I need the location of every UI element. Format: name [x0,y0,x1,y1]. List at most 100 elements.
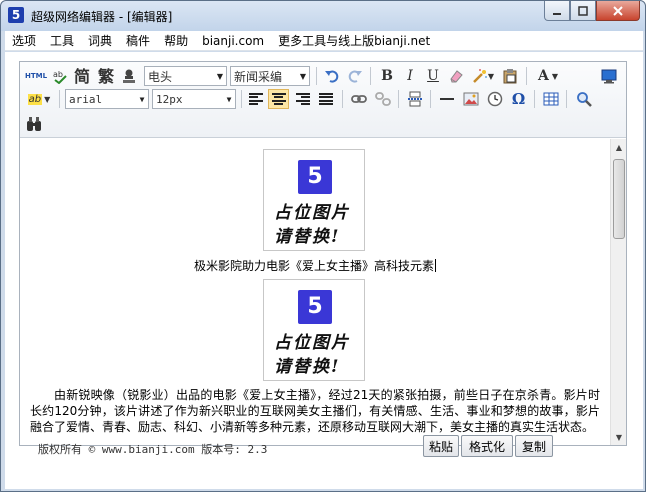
search-binoculars-button[interactable] [24,114,44,134]
placeholder-image-1[interactable]: 5 占位图片 请替换! [263,149,365,251]
document-body[interactable]: 5 占位图片 请替换! 极米影院助力电影《爱上女主播》高科技元素 5 占位图片 … [20,139,610,445]
menu-bianji-com[interactable]: bianji.com [195,31,271,51]
stamp-button[interactable] [119,66,139,86]
font-size-value: 12px [156,92,183,106]
page-break-button[interactable] [404,89,425,109]
window-title: 超级网络编辑器 - [编辑器] [31,10,173,24]
chevron-down-icon: ▼ [487,71,495,81]
placeholder-image-2[interactable]: 5 占位图片 请替换! [263,279,365,381]
paste-button[interactable]: 粘贴 [423,435,459,457]
unlink-icon [374,92,391,106]
redo-icon [348,70,362,83]
undo-button[interactable] [322,66,342,86]
table-icon [543,92,558,106]
underline-button[interactable]: U [423,66,443,86]
chevron-down-icon: ▼ [216,71,224,81]
minimize-icon [553,12,561,15]
font-color-button[interactable]: A ▼ [533,66,563,86]
copy-button[interactable]: 复制 [515,435,553,457]
horizontal-rule-button[interactable] [436,89,457,109]
chevron-down-icon: ▼ [44,94,51,104]
chevron-down-icon: ▼ [139,94,145,104]
insert-link-button[interactable] [348,89,369,109]
format-painter-button[interactable]: ▼ [469,66,497,86]
insert-datetime-button[interactable] [484,89,505,109]
image-icon [463,92,478,106]
stamp-icon [123,69,135,83]
vertical-scrollbar[interactable]: ▲ ▼ [610,139,626,445]
editor: HTML ab 简 繁 电头 ▼ 新闻采编 ▼ B I U ▼ A ▼ ab ▼… [19,61,627,446]
font-size-select[interactable]: 12px ▼ [152,89,236,109]
scrollbar-thumb[interactable] [613,159,625,239]
font-family-value: arial [69,92,103,106]
menu-help[interactable]: 帮助 [157,31,195,51]
bold-button[interactable]: B [377,66,397,86]
undo-icon [325,70,339,83]
text-caret [435,259,436,272]
insert-table-button[interactable] [540,89,561,109]
align-left-icon [248,93,263,105]
insert-image-button[interactable] [460,89,481,109]
toolbar-separator [398,90,399,108]
toolbar-separator [316,67,317,85]
simplified-chinese-button[interactable]: 简 [72,65,92,86]
paragraph-style-select[interactable]: 电头 ▼ [144,66,227,86]
spellcheck-button[interactable]: ab [50,66,70,86]
placeholder-text-line2: 请替换! [274,227,341,247]
scroll-down-icon[interactable]: ▼ [611,429,627,445]
app-icon: 5 [8,7,24,23]
menu-tools[interactable]: 工具 [43,31,81,51]
toolbar-separator [59,90,60,108]
highlight-color-button[interactable]: ab ▼ [24,89,54,109]
page-break-icon [407,91,422,107]
template-value: 新闻采编 [234,69,283,84]
html-source-button[interactable]: HTML [24,66,48,86]
align-right-button[interactable] [292,89,313,109]
traditional-chinese-button[interactable]: 繁 [96,65,116,86]
placeholder-text-line2: 请替换! [274,357,341,377]
find-replace-button[interactable] [573,89,594,109]
toolbar-separator [534,90,535,108]
align-center-button[interactable] [268,89,289,109]
unlink-button[interactable] [372,89,393,109]
app-window: 5 超级网络编辑器 - [编辑器] 选项 工具 词典 稿件 帮助 bianji.… [0,0,646,492]
redo-button[interactable] [345,66,365,86]
image-caption-text: 极米影院助力电影《爱上女主播》高科技元素 [193,259,434,273]
menu-more-tools[interactable]: 更多工具与线上版bianji.net [271,31,437,51]
placeholder-text-line1: 占位图片 [274,333,350,353]
close-button[interactable] [596,1,640,21]
align-justify-button[interactable] [315,89,336,109]
eraser-button[interactable] [446,66,466,86]
align-center-icon [271,93,286,105]
minimize-button[interactable] [544,1,570,21]
chevron-down-icon: ▼ [551,71,559,81]
maximize-button[interactable] [570,1,596,21]
align-left-button[interactable] [245,89,266,109]
spellcheck-icon: ab [53,70,67,84]
toolbar-separator [566,90,567,108]
menu-bar: 选项 工具 词典 稿件 帮助 bianji.com 更多工具与线上版bianji… [5,31,643,51]
italic-button[interactable]: I [400,66,420,86]
toolbar-separator [342,90,343,108]
article-paragraph: 由新锐映像（锐影业）出品的电影《爱上女主播》，经过21天的紧张拍摄，前些日子在京… [30,388,600,434]
preview-button[interactable] [598,66,620,86]
align-right-icon [295,93,310,105]
magic-wand-icon [473,69,487,83]
format-button[interactable]: 格式化 [461,435,513,457]
menu-manuscript[interactable]: 稿件 [119,31,157,51]
chevron-down-icon: ▼ [226,94,232,104]
content-frame: HTML ab 简 繁 电头 ▼ 新闻采编 ▼ B I U ▼ A ▼ ab ▼… [5,52,643,489]
toolbar-separator [241,90,242,108]
scroll-up-icon[interactable]: ▲ [611,139,627,155]
template-select[interactable]: 新闻采编 ▼ [230,66,310,86]
eraser-icon [450,70,463,83]
special-char-button[interactable]: Ω [508,89,529,109]
font-family-select[interactable]: arial ▼ [65,89,149,109]
toolbar-separator [526,67,527,85]
binoculars-icon [27,117,41,131]
menu-dictionary[interactable]: 词典 [81,31,119,51]
close-icon [613,5,623,16]
window-controls [544,1,640,21]
menu-options[interactable]: 选项 [5,31,43,51]
paste-clipboard-button[interactable] [500,66,520,86]
